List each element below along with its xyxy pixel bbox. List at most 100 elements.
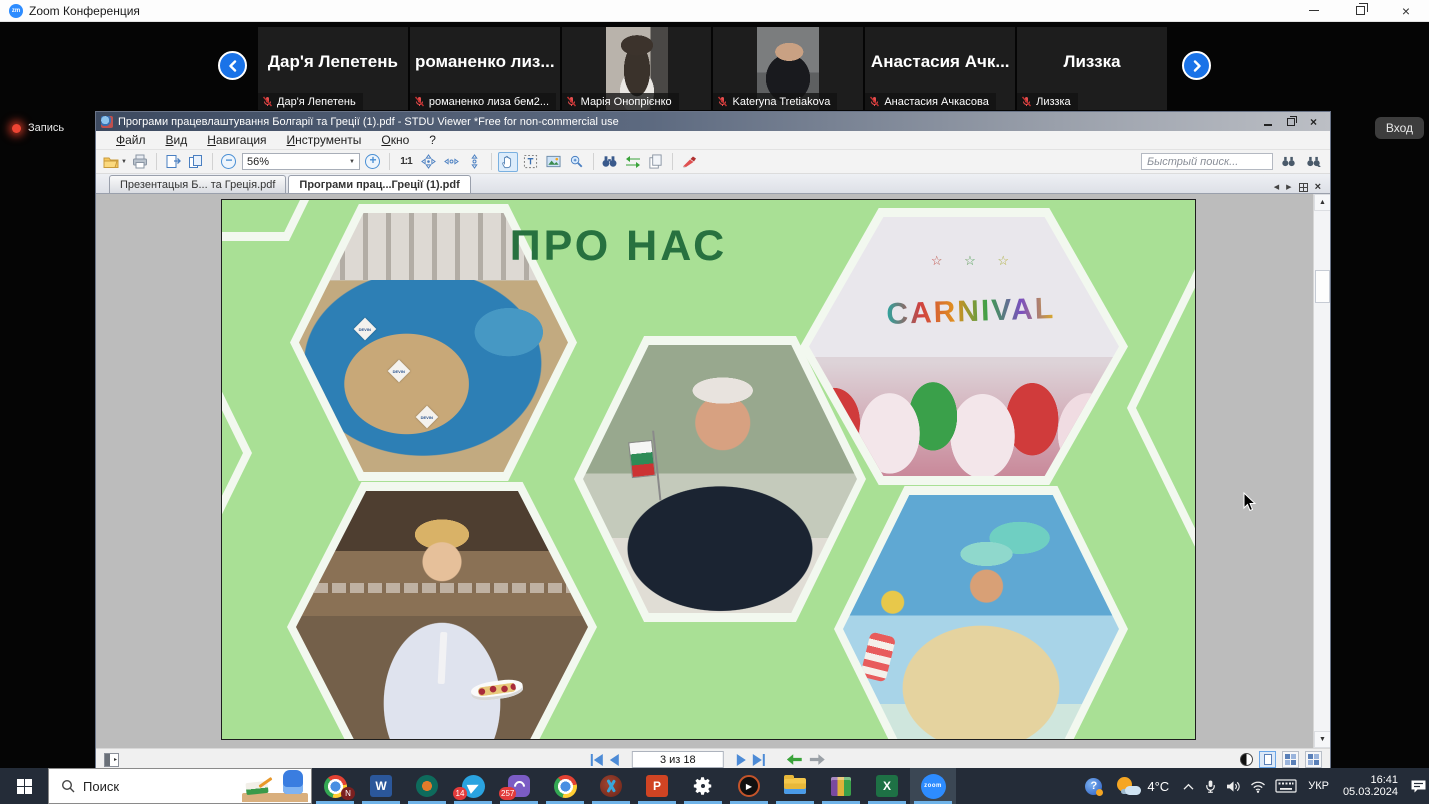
vertical-scrollbar[interactable]: ▲ ▼ bbox=[1313, 194, 1330, 748]
document-view[interactable]: DEVIN DEVIN DEVIN ☆ ☆ ☆ CARNIVAL bbox=[96, 194, 1330, 748]
fit-height-button[interactable] bbox=[465, 152, 485, 172]
stdu-minimize-button[interactable] bbox=[1260, 115, 1275, 128]
tab-close-icon[interactable]: × bbox=[1315, 181, 1321, 193]
language-indicator[interactable]: УКР bbox=[1308, 780, 1329, 792]
side-panel-toggle-button[interactable]: ▸ bbox=[104, 753, 119, 767]
taskbar-app-sport[interactable] bbox=[404, 768, 450, 804]
minimize-button[interactable] bbox=[1291, 0, 1337, 21]
stdu-close-button[interactable]: × bbox=[1306, 115, 1321, 128]
participant-tile[interactable]: Дар'я Лепетень Дар'я Лепетень bbox=[258, 27, 408, 110]
actual-size-button[interactable]: 1:1 bbox=[396, 152, 416, 172]
chrome-icon bbox=[554, 775, 577, 798]
first-page-button[interactable] bbox=[591, 754, 603, 766]
participant-tile[interactable]: Анастасия Ачк... Анастасия Ачкасова bbox=[865, 27, 1015, 110]
menu-help[interactable]: ? bbox=[419, 133, 446, 147]
next-page-button[interactable] bbox=[737, 754, 746, 766]
taskbar-app-video-editor[interactable] bbox=[588, 768, 634, 804]
zoom-out-button[interactable]: − bbox=[219, 152, 239, 172]
copy-button[interactable] bbox=[646, 152, 666, 172]
facing-layout-button[interactable] bbox=[1305, 751, 1322, 768]
single-page-layout-button[interactable] bbox=[1259, 751, 1276, 768]
fit-page-button[interactable] bbox=[419, 152, 439, 172]
taskbar-app-excel[interactable]: X bbox=[864, 768, 910, 804]
stdu-restore-button[interactable] bbox=[1283, 115, 1298, 128]
taskbar-app-chrome[interactable] bbox=[542, 768, 588, 804]
document-tab-1[interactable]: Презентацыя Б... та Греція.pdf bbox=[109, 175, 286, 193]
stdu-titlebar[interactable]: Програми працевлаштування Болгарії та Гр… bbox=[96, 112, 1330, 131]
scroll-down-button[interactable]: ▼ bbox=[1314, 731, 1330, 748]
restore-button[interactable] bbox=[1337, 0, 1383, 21]
page-indicator-field[interactable]: 3 из 18 bbox=[632, 751, 724, 768]
taskbar-app-zoom[interactable]: zoom bbox=[910, 768, 956, 804]
menu-tools[interactable]: Инструменты bbox=[277, 133, 372, 147]
join-button[interactable]: Вход bbox=[1375, 117, 1424, 139]
print-button[interactable] bbox=[130, 152, 150, 172]
clock[interactable]: 16:41 05.03.2024 bbox=[1343, 774, 1398, 799]
zoom-level-combobox[interactable]: 56% ▼ bbox=[242, 153, 360, 170]
continuous-layout-button[interactable] bbox=[1282, 751, 1299, 768]
menu-window[interactable]: Окно bbox=[371, 133, 419, 147]
tab-scroll-right-icon[interactable]: ▶ bbox=[1286, 183, 1291, 191]
taskbar-app-movies[interactable]: ▶ bbox=[726, 768, 772, 804]
menu-file[interactable]: Файл bbox=[106, 133, 156, 147]
video-editor-icon bbox=[600, 775, 622, 797]
tray-volume[interactable] bbox=[1226, 780, 1241, 793]
find-previous-button[interactable] bbox=[1278, 152, 1298, 172]
powerpoint-icon: P bbox=[646, 775, 668, 797]
select-image-button[interactable] bbox=[544, 152, 564, 172]
tab-scroll-left-icon[interactable]: ◀ bbox=[1274, 183, 1279, 191]
participant-tile[interactable]: романенко лиз... романенко лиза бем2... bbox=[410, 27, 560, 110]
previous-page-button[interactable] bbox=[610, 754, 619, 766]
swap-pages-button[interactable] bbox=[623, 152, 643, 172]
menu-navigation[interactable]: Навигация bbox=[197, 133, 276, 147]
participant-tile[interactable]: Лиззка Лиззка bbox=[1017, 27, 1167, 110]
last-page-button[interactable] bbox=[753, 754, 765, 766]
strip-scroll-left-button[interactable] bbox=[218, 51, 247, 80]
zoom-region-button[interactable] bbox=[567, 152, 587, 172]
find-next-button[interactable] bbox=[1303, 152, 1323, 172]
history-forward-icon[interactable] bbox=[809, 753, 826, 766]
taskbar-search-box[interactable]: Поиск bbox=[48, 768, 312, 804]
hand-tool-button[interactable] bbox=[498, 152, 518, 172]
taskbar-app-settings[interactable] bbox=[680, 768, 726, 804]
dropdown-caret-icon: ▼ bbox=[121, 159, 127, 165]
document-tab-2[interactable]: Програми прац...Греції (1).pdf bbox=[288, 175, 470, 193]
fit-width-button[interactable] bbox=[442, 152, 462, 172]
zoom-in-button[interactable]: + bbox=[363, 152, 383, 172]
taskbar-app-explorer[interactable] bbox=[772, 768, 818, 804]
taskbar-app-word[interactable]: W bbox=[358, 768, 404, 804]
tab-list-icon[interactable] bbox=[1299, 183, 1308, 192]
taskbar-app-chrome-profile[interactable]: N bbox=[312, 768, 358, 804]
quick-search-input[interactable] bbox=[1141, 153, 1273, 170]
export-page-button[interactable] bbox=[163, 152, 183, 172]
export-document-button[interactable] bbox=[186, 152, 206, 172]
excel-icon: X bbox=[876, 775, 898, 797]
help-tray-icon[interactable]: ? bbox=[1085, 778, 1102, 795]
menu-view[interactable]: Вид bbox=[156, 133, 198, 147]
participant-tile[interactable]: Марія Онопрієнко bbox=[562, 27, 712, 110]
open-file-button[interactable]: ▼ bbox=[103, 152, 127, 172]
taskbar-app-telegram[interactable]: 14 bbox=[450, 768, 496, 804]
tray-touch-keyboard[interactable] bbox=[1275, 779, 1297, 793]
word-icon: W bbox=[370, 775, 392, 797]
action-center-button[interactable] bbox=[1410, 779, 1427, 794]
taskbar-app-winrar[interactable] bbox=[818, 768, 864, 804]
select-text-button[interactable] bbox=[521, 152, 541, 172]
tray-network[interactable] bbox=[1250, 780, 1266, 793]
taskbar-app-viber[interactable]: 257 bbox=[496, 768, 542, 804]
tray-microphone[interactable] bbox=[1204, 779, 1217, 794]
scroll-up-button[interactable]: ▲ bbox=[1314, 194, 1330, 211]
scrollbar-thumb[interactable] bbox=[1315, 270, 1330, 303]
inverse-colors-button[interactable] bbox=[1240, 753, 1253, 766]
participant-tile[interactable]: Kateryna Tretiakova bbox=[713, 27, 863, 110]
bulgarian-flag-icon bbox=[628, 440, 656, 478]
taskbar-app-powerpoint[interactable]: P bbox=[634, 768, 680, 804]
tray-expand-button[interactable] bbox=[1182, 782, 1195, 791]
highlighter-button[interactable] bbox=[679, 152, 699, 172]
search-button[interactable] bbox=[600, 152, 620, 172]
start-button[interactable] bbox=[0, 768, 48, 804]
strip-scroll-right-button[interactable] bbox=[1182, 51, 1211, 80]
history-back-icon[interactable] bbox=[786, 753, 803, 766]
weather-widget[interactable]: 4°C bbox=[1115, 776, 1169, 796]
close-button[interactable]: × bbox=[1383, 0, 1429, 21]
